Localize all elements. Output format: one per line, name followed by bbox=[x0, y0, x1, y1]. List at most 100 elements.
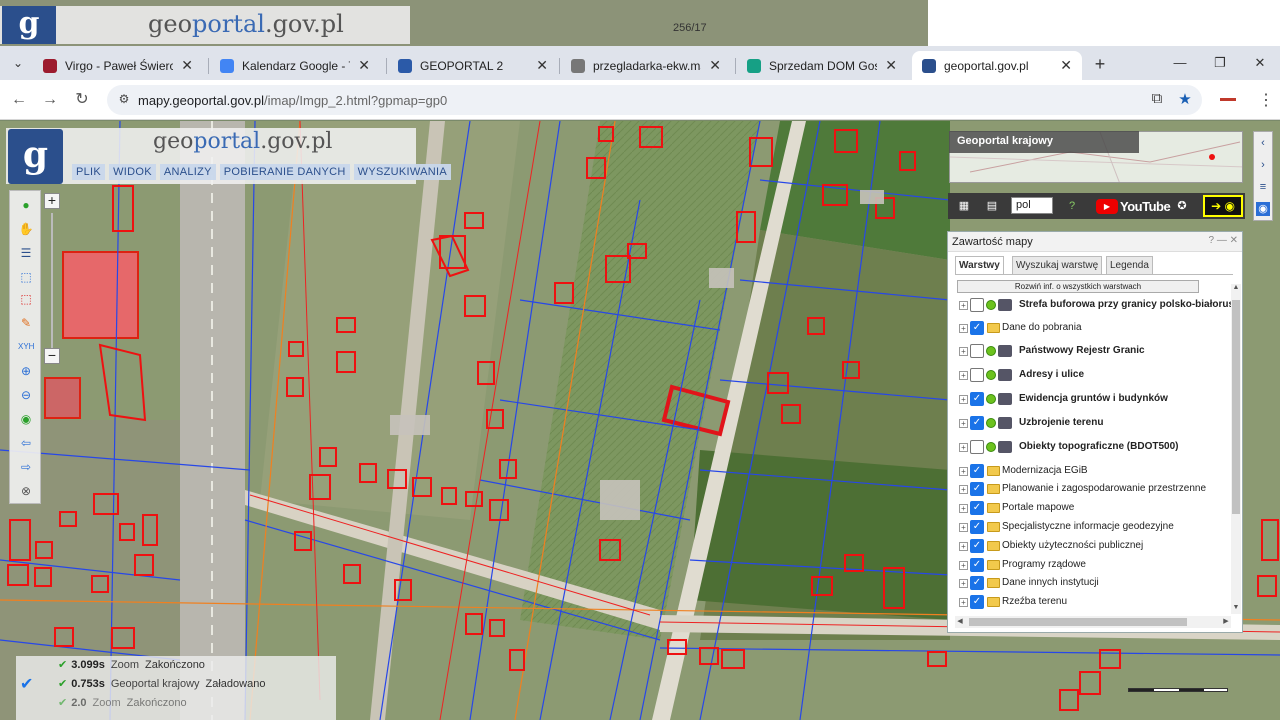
layer-row[interactable]: + ✓ Portale mapowe bbox=[948, 499, 1232, 517]
minimize-icon[interactable]: — bbox=[1170, 55, 1190, 73]
layer-list-scrollbar[interactable]: ▲ ▼ bbox=[1231, 284, 1241, 614]
horizontal-scrollbar[interactable]: ◀ ▶ bbox=[955, 616, 1231, 628]
layer-checkbox[interactable]: ✓ bbox=[970, 416, 984, 430]
menu-wyszukiwania[interactable]: WYSZUKIWANIA bbox=[353, 164, 452, 180]
menu-pobieranie-danych[interactable]: POBIERANIE DANYCH bbox=[219, 164, 350, 180]
browser-tab[interactable]: Sprzedam DOM Gospodarczy ✕ bbox=[737, 51, 907, 80]
panel-window-buttons[interactable]: ? — ✕ bbox=[1209, 235, 1239, 246]
tab-close-icon[interactable]: ✕ bbox=[536, 57, 548, 74]
expand-layer-icon[interactable]: + bbox=[959, 523, 968, 532]
zoom-out-magnifier-icon[interactable]: ⊖ bbox=[18, 387, 34, 403]
tab-close-icon[interactable]: ✕ bbox=[709, 57, 721, 74]
layer-checkbox[interactable]: ✓ bbox=[970, 520, 984, 534]
zoom-in-button[interactable]: + bbox=[44, 193, 60, 209]
expand-layer-icon[interactable]: + bbox=[959, 324, 968, 333]
wms-icon[interactable]: ▤ bbox=[984, 198, 1000, 214]
scroll-up-icon[interactable]: ▲ bbox=[1231, 284, 1241, 294]
layer-row[interactable]: + ✓ Dane do pobrania bbox=[948, 319, 1232, 337]
side-arrow-icon[interactable]: ‹ bbox=[1256, 136, 1270, 150]
layer-row[interactable]: + ✓ Specjalistyczne informacje geodezyjne bbox=[948, 518, 1232, 536]
expand-layer-icon[interactable]: + bbox=[959, 598, 968, 607]
layer-row[interactable]: + Adresy i ulice bbox=[948, 366, 1232, 384]
menu-plik[interactable]: PLIK bbox=[72, 164, 106, 180]
xyh-coordinates-icon[interactable]: XYH bbox=[18, 339, 34, 355]
layer-row[interactable]: + ✓ Dane innych instytucji bbox=[948, 574, 1232, 592]
scroll-left-icon[interactable]: ◀ bbox=[955, 616, 965, 628]
browser-tab[interactable]: Kalendarz Google - Tydzień ✕ bbox=[210, 51, 380, 80]
layer-checkbox[interactable]: ✓ bbox=[970, 558, 984, 572]
layer-checkbox[interactable]: ✓ bbox=[970, 576, 984, 590]
catalog-icon[interactable]: ▦ bbox=[956, 198, 972, 214]
pan-hand-icon[interactable]: ✋ bbox=[18, 221, 34, 237]
expand-layer-icon[interactable]: + bbox=[959, 579, 968, 588]
geoportal-logo[interactable]: g bbox=[8, 129, 63, 184]
browser-tab[interactable]: przegladarka-ekw.ms.gov.pl ✕ bbox=[561, 51, 731, 80]
expand-layer-icon[interactable]: + bbox=[959, 371, 968, 380]
menu-widok[interactable]: WIDOK bbox=[109, 164, 156, 180]
layer-row[interactable]: + ✓ Programy rządowe bbox=[948, 556, 1232, 574]
expand-layer-icon[interactable]: + bbox=[959, 395, 968, 404]
measure-icon[interactable]: ⊗ bbox=[18, 483, 34, 499]
new-tab-button[interactable]: + bbox=[1090, 55, 1110, 75]
layer-row[interactable]: + ✓ Uzbrojenie terenu bbox=[948, 414, 1232, 432]
browser-tab[interactable]: geoportal.gov.pl ✕ bbox=[912, 51, 1082, 80]
bookmark-star-icon[interactable]: ★ bbox=[1175, 90, 1195, 110]
layer-row[interactable]: + ✓ Planowanie i zagospodarowanie przestrz… bbox=[948, 480, 1232, 498]
expand-layer-icon[interactable]: + bbox=[959, 561, 968, 570]
install-app-icon[interactable]: ⧉ bbox=[1147, 90, 1167, 110]
layer-row[interactable]: + Państwowy Rejestr Granic bbox=[948, 342, 1232, 360]
tab-search-chevron-icon[interactable]: ⌄ bbox=[6, 53, 30, 73]
layer-list-icon[interactable]: ☰ bbox=[18, 245, 34, 261]
language-select[interactable]: pol bbox=[1011, 197, 1053, 214]
layer-checkbox[interactable] bbox=[970, 344, 984, 358]
layer-checkbox[interactable] bbox=[970, 368, 984, 382]
next-view-arrow-icon[interactable]: ⇨ bbox=[18, 459, 34, 475]
tab-close-icon[interactable]: ✕ bbox=[358, 57, 370, 74]
scroll-down-icon[interactable]: ▼ bbox=[1231, 604, 1241, 614]
layer-row[interactable]: + ✓ Rzeźba terenu bbox=[948, 593, 1232, 611]
forward-icon[interactable]: → bbox=[40, 90, 60, 110]
zoom-rail[interactable] bbox=[51, 213, 53, 351]
close-window-icon[interactable]: ✕ bbox=[1250, 55, 1270, 73]
menu-analizy[interactable]: ANALIZY bbox=[159, 164, 216, 180]
tab-close-icon[interactable]: ✕ bbox=[885, 57, 897, 74]
layer-row[interactable]: + ✓ Ewidencja gruntów i budynków bbox=[948, 390, 1232, 408]
draw-pencil-icon[interactable]: ✎ bbox=[18, 315, 34, 331]
layer-checkbox[interactable]: ✓ bbox=[970, 595, 984, 609]
expand-layer-icon[interactable]: + bbox=[959, 419, 968, 428]
expand-layer-icon[interactable]: + bbox=[959, 485, 968, 494]
tab-wyszukaj-warstwe[interactable]: Wyszukaj warstwę bbox=[1012, 256, 1103, 275]
select-area-icon[interactable]: ⬚ bbox=[18, 269, 34, 285]
scroll-thumb[interactable] bbox=[1232, 300, 1240, 514]
side-layers-icon[interactable]: ≡ bbox=[1256, 180, 1270, 194]
scroll-right-icon[interactable]: ▶ bbox=[1221, 616, 1231, 628]
layer-checkbox[interactable]: ✓ bbox=[970, 392, 984, 406]
layer-checkbox[interactable]: ✓ bbox=[970, 321, 984, 335]
expand-layer-icon[interactable]: + bbox=[959, 301, 968, 310]
side-eye-icon[interactable]: ◉ bbox=[1256, 202, 1270, 216]
layer-checkbox[interactable] bbox=[970, 298, 984, 312]
previous-view-arrow-icon[interactable]: ⇦ bbox=[18, 435, 34, 451]
layer-row[interactable]: + Strefa buforowa przy granicy polsko-bia… bbox=[948, 296, 1232, 314]
hscroll-thumb[interactable] bbox=[969, 618, 1187, 626]
browser-menu-icon[interactable]: ⋮ bbox=[1258, 90, 1274, 110]
layer-checkbox[interactable] bbox=[970, 440, 984, 454]
tab-close-icon[interactable]: ✕ bbox=[181, 57, 193, 74]
layer-row[interactable]: + Obiekty topograficzne (BDOT500) bbox=[948, 438, 1232, 456]
site-info-icon[interactable]: ⚙ bbox=[116, 92, 132, 108]
expand-all-button[interactable]: Rozwiń inf. o wszystkich warstwach bbox=[957, 280, 1199, 293]
expand-layer-icon[interactable]: + bbox=[959, 504, 968, 513]
tab-warstwy[interactable]: Warstwy bbox=[955, 256, 1004, 275]
layer-checkbox[interactable]: ✓ bbox=[970, 464, 984, 478]
reload-icon[interactable]: ↻ bbox=[72, 90, 92, 110]
expand-layer-icon[interactable]: + bbox=[959, 347, 968, 356]
full-extent-globe-icon[interactable]: ◉ bbox=[18, 411, 34, 427]
layer-checkbox[interactable]: ✓ bbox=[970, 501, 984, 515]
browser-tab[interactable]: GEOPORTAL 2 ✕ bbox=[388, 51, 558, 80]
layer-checkbox[interactable]: ✓ bbox=[970, 482, 984, 496]
url-field[interactable]: ⚙ mapy.geoportal.gov.pl/imap/Imgp_2.html… bbox=[107, 85, 1202, 115]
contrast-eye-icon[interactable]: ➔ ◉ bbox=[1203, 195, 1243, 217]
zoom-in-magnifier-icon[interactable]: ⊕ bbox=[18, 363, 34, 379]
help-icon[interactable]: ? bbox=[1064, 198, 1080, 214]
expand-layer-icon[interactable]: + bbox=[959, 467, 968, 476]
